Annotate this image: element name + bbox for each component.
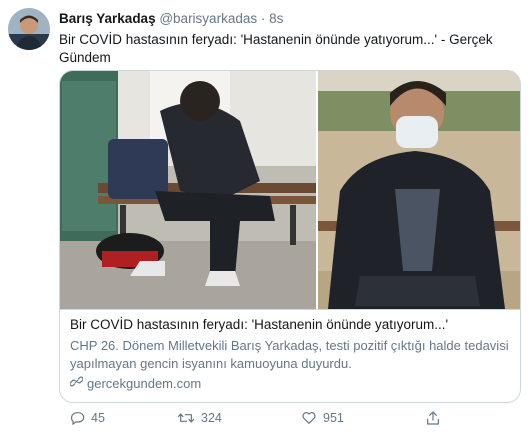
author-name[interactable]: Barış Yarkadaş bbox=[59, 11, 156, 26]
separator: · bbox=[260, 11, 266, 26]
reply-icon bbox=[69, 410, 85, 426]
link-card[interactable]: Bir COVİD hastasının feryadı: 'Hastaneni… bbox=[59, 70, 521, 403]
share-icon bbox=[425, 410, 441, 426]
retweet-count: 324 bbox=[201, 411, 222, 425]
avatar[interactable] bbox=[8, 8, 50, 50]
retweet-button[interactable]: 324 bbox=[177, 410, 222, 426]
card-image[interactable] bbox=[60, 71, 520, 310]
card-body: Bir COVİD hastasının feryadı: 'Hastaneni… bbox=[69, 316, 510, 391]
tweet-time[interactable]: 8s bbox=[269, 11, 283, 26]
retweet-icon bbox=[177, 410, 195, 426]
card-description: CHP 26. Dönem Milletvekili Barış Yarkada… bbox=[70, 338, 509, 371]
author-handle[interactable]: @barisyarkadas bbox=[159, 11, 257, 26]
card-title[interactable]: Bir COVİD hastasının feryadı: 'Hastaneni… bbox=[70, 316, 510, 334]
heart-icon bbox=[301, 410, 317, 426]
share-button[interactable] bbox=[425, 410, 441, 426]
tweet-text: Bir COVİD hastasının feryadı: 'Hastaneni… bbox=[59, 32, 493, 65]
link-icon bbox=[69, 375, 84, 391]
like-count: 951 bbox=[323, 411, 344, 425]
tweet[interactable]: Barış Yarkadaş @barisyarkadas · 8s Bir C… bbox=[0, 0, 530, 441]
reply-button[interactable]: 45 bbox=[69, 410, 105, 426]
tweet-header: Barış Yarkadaş @barisyarkadas · 8s bbox=[59, 11, 283, 26]
card-link-text[interactable]: gercekgundem.com bbox=[87, 376, 201, 391]
like-button[interactable]: 951 bbox=[301, 410, 344, 426]
reply-count: 45 bbox=[91, 411, 105, 425]
tweet-actions: 45 324 951 bbox=[59, 410, 519, 430]
card-link[interactable]: gercekgundem.com bbox=[69, 375, 510, 391]
